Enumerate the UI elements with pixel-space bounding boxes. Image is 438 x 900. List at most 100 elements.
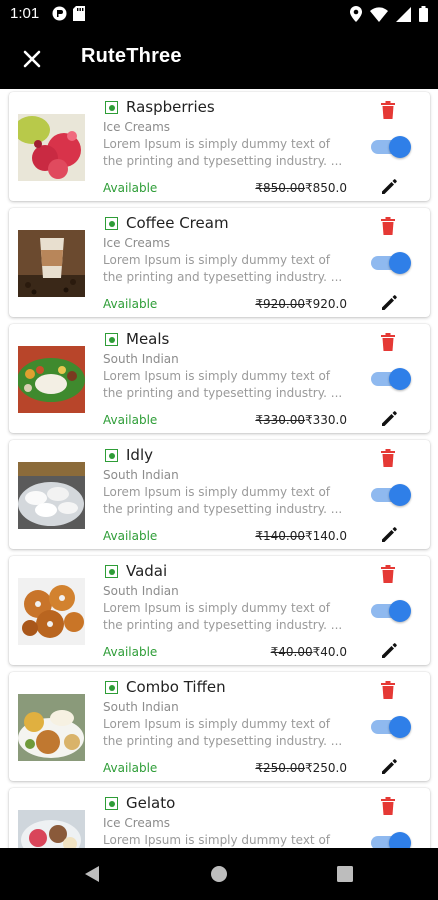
original-price: ₹920.00: [255, 297, 305, 311]
list-item[interactable]: Idly South Indian Lorem Ipsum is simply …: [9, 440, 430, 549]
item-description-line-1: Lorem Ipsum is simply dummy text of: [103, 369, 331, 383]
item-image: [18, 694, 85, 761]
status-time: 1:01: [10, 5, 40, 22]
list-item[interactable]: Coffee Cream Ice Creams Lorem Ipsum is s…: [9, 208, 430, 317]
battery-icon: [419, 6, 428, 22]
pencil-icon[interactable]: [380, 758, 398, 776]
list-item[interactable]: Combo Tiffen South Indian Lorem Ipsum is…: [9, 672, 430, 781]
status-bar: 1:01: [0, 0, 438, 29]
availability-toggle[interactable]: [369, 832, 411, 848]
availability-status: Available: [103, 761, 158, 775]
price-block: ₹330.00₹330.0: [255, 413, 347, 427]
availability-toggle[interactable]: [369, 368, 411, 390]
item-description-line-1: Lorem Ipsum is simply dummy text of: [103, 717, 331, 731]
pencil-icon[interactable]: [380, 178, 398, 196]
item-description: Lorem Ipsum is simply dummy text of the …: [103, 716, 348, 750]
app-bar: RuteThree: [0, 29, 438, 89]
original-price: ₹140.00: [255, 529, 305, 543]
recents-square-icon: [337, 866, 353, 882]
trash-icon[interactable]: [380, 797, 396, 815]
item-category: Ice Creams: [103, 816, 171, 830]
veg-indicator-icon: [105, 565, 118, 578]
original-price: ₹250.00: [255, 761, 305, 775]
trash-icon[interactable]: [380, 101, 396, 119]
current-price: ₹250.0: [305, 761, 347, 775]
veg-indicator-icon: [105, 797, 118, 810]
item-description-line-2: the printing and typesetting industry. .…: [103, 618, 343, 632]
back-button[interactable]: [80, 862, 104, 886]
availability-status: Available: [103, 529, 158, 543]
item-category: South Indian: [103, 700, 179, 714]
veg-indicator-icon: [105, 681, 118, 694]
price-block: ₹250.00₹250.0: [255, 761, 347, 775]
home-button[interactable]: [207, 862, 231, 886]
status-left-icons: [52, 6, 85, 21]
veg-indicator-icon: [105, 101, 118, 114]
trash-icon[interactable]: [380, 565, 396, 583]
item-description-line-2: the printing and typesetting industry. .…: [103, 502, 343, 516]
price-block: ₹140.00₹140.0: [255, 529, 347, 543]
current-price: ₹40.0: [312, 645, 347, 659]
item-name: Meals: [126, 330, 170, 348]
item-description: Lorem Ipsum is simply dummy text of the …: [103, 136, 348, 170]
trash-icon[interactable]: [380, 217, 396, 235]
item-description-line-1: Lorem Ipsum is simply dummy text of: [103, 601, 331, 615]
trash-icon[interactable]: [380, 333, 396, 351]
original-price: ₹850.00: [255, 181, 305, 195]
availability-toggle[interactable]: [369, 716, 411, 738]
price-block: ₹920.00₹920.0: [255, 297, 347, 311]
recents-button[interactable]: [333, 862, 357, 886]
item-image: [18, 462, 85, 529]
trash-icon[interactable]: [380, 681, 396, 699]
item-description-line-2: the printing and typesetting industry. .…: [103, 154, 343, 168]
list-item[interactable]: Gelato Ice Creams Lorem Ipsum is simply …: [9, 788, 430, 848]
availability-status: Available: [103, 181, 158, 195]
item-category: Ice Creams: [103, 236, 171, 250]
list-item[interactable]: Vadai South Indian Lorem Ipsum is simply…: [9, 556, 430, 665]
availability-toggle[interactable]: [369, 252, 411, 274]
item-description-line-1: Lorem Ipsum is simply dummy text of: [103, 485, 331, 499]
system-nav-bar: [0, 848, 438, 900]
item-category: Ice Creams: [103, 120, 171, 134]
status-right-icons: [350, 6, 428, 22]
close-button[interactable]: [16, 43, 48, 75]
item-category: South Indian: [103, 468, 179, 482]
availability-toggle[interactable]: [369, 600, 411, 622]
item-category: South Indian: [103, 352, 179, 366]
original-price: ₹330.00: [255, 413, 305, 427]
current-price: ₹330.0: [305, 413, 347, 427]
availability-toggle[interactable]: [369, 136, 411, 158]
list-item[interactable]: Meals South Indian Lorem Ipsum is simply…: [9, 324, 430, 433]
signal-icon: [396, 6, 411, 22]
pencil-icon[interactable]: [380, 642, 398, 660]
sd-card-icon: [73, 6, 85, 21]
item-image: [18, 810, 85, 848]
back-triangle-icon: [85, 866, 99, 882]
pencil-icon[interactable]: [380, 294, 398, 312]
availability-status: Available: [103, 297, 158, 311]
item-name: Raspberries: [126, 98, 215, 116]
pencil-icon[interactable]: [380, 526, 398, 544]
list-item[interactable]: Raspberries Ice Creams Lorem Ipsum is si…: [9, 92, 430, 201]
availability-toggle[interactable]: [369, 484, 411, 506]
item-list[interactable]: Raspberries Ice Creams Lorem Ipsum is si…: [0, 89, 438, 848]
item-name: Idly: [126, 446, 153, 464]
price-block: ₹850.00₹850.0: [255, 181, 347, 195]
item-image: [18, 114, 85, 181]
item-category: South Indian: [103, 584, 179, 598]
page-title: RuteThree: [81, 45, 182, 67]
item-name: Gelato: [126, 794, 176, 812]
location-icon: [350, 6, 362, 22]
item-description: Lorem Ipsum is simply dummy text of the …: [103, 484, 348, 518]
item-image: [18, 346, 85, 413]
availability-status: Available: [103, 645, 158, 659]
veg-indicator-icon: [105, 333, 118, 346]
pencil-icon[interactable]: [380, 410, 398, 428]
current-price: ₹850.0: [305, 181, 347, 195]
current-price: ₹920.0: [305, 297, 347, 311]
trash-icon[interactable]: [380, 449, 396, 467]
item-description-line-1: Lorem Ipsum is simply dummy text of: [103, 137, 331, 151]
item-name: Coffee Cream: [126, 214, 229, 232]
item-description: Lorem Ipsum is simply dummy text of the …: [103, 368, 348, 402]
item-description-line-2: the printing and typesetting industry. .…: [103, 386, 343, 400]
